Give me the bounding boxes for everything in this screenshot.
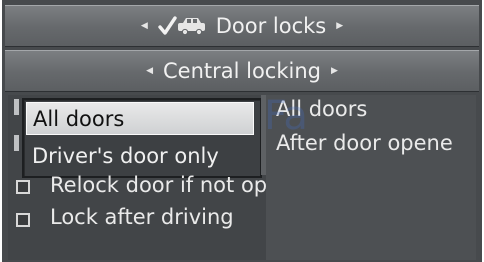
- idrive-screen: ◀ Door locks ▶ ◀ Central locking ▶ All d…: [2, 0, 482, 262]
- arrow-right-icon[interactable]: ▶: [336, 21, 343, 31]
- lock-after-driving-checkbox[interactable]: [16, 213, 30, 227]
- right-option-all-doors[interactable]: All doors: [276, 97, 367, 121]
- hidden-item-marker: [14, 99, 19, 115]
- relock-checkbox[interactable]: [16, 180, 30, 194]
- left-column: All doors Driver's door only Relock door…: [8, 95, 320, 260]
- lock-after-driving-label[interactable]: Lock after driving: [50, 205, 234, 229]
- arrow-right-icon[interactable]: ▶: [331, 66, 338, 76]
- right-column: All doors After door opene: [266, 95, 476, 260]
- settings-panel: All doors Driver's door only Relock door…: [8, 95, 476, 260]
- door-locks-title: Door locks: [215, 14, 327, 38]
- right-option-after-door-opened[interactable]: After door opene: [276, 131, 453, 155]
- central-locking-header[interactable]: ◀ Central locking ▶: [5, 50, 479, 92]
- hidden-item-marker: [14, 135, 19, 151]
- lock-mode-dropdown[interactable]: All doors Driver's door only: [22, 98, 262, 178]
- door-lock-car-icon: [158, 15, 208, 37]
- central-locking-title: Central locking: [162, 59, 321, 83]
- arrow-left-icon[interactable]: ◀: [146, 66, 153, 76]
- door-locks-header[interactable]: ◀ Door locks ▶: [5, 5, 479, 47]
- dropdown-option[interactable]: Driver's door only: [26, 139, 254, 172]
- dropdown-selected-option[interactable]: All doors: [26, 102, 254, 135]
- arrow-left-icon[interactable]: ◀: [141, 21, 148, 31]
